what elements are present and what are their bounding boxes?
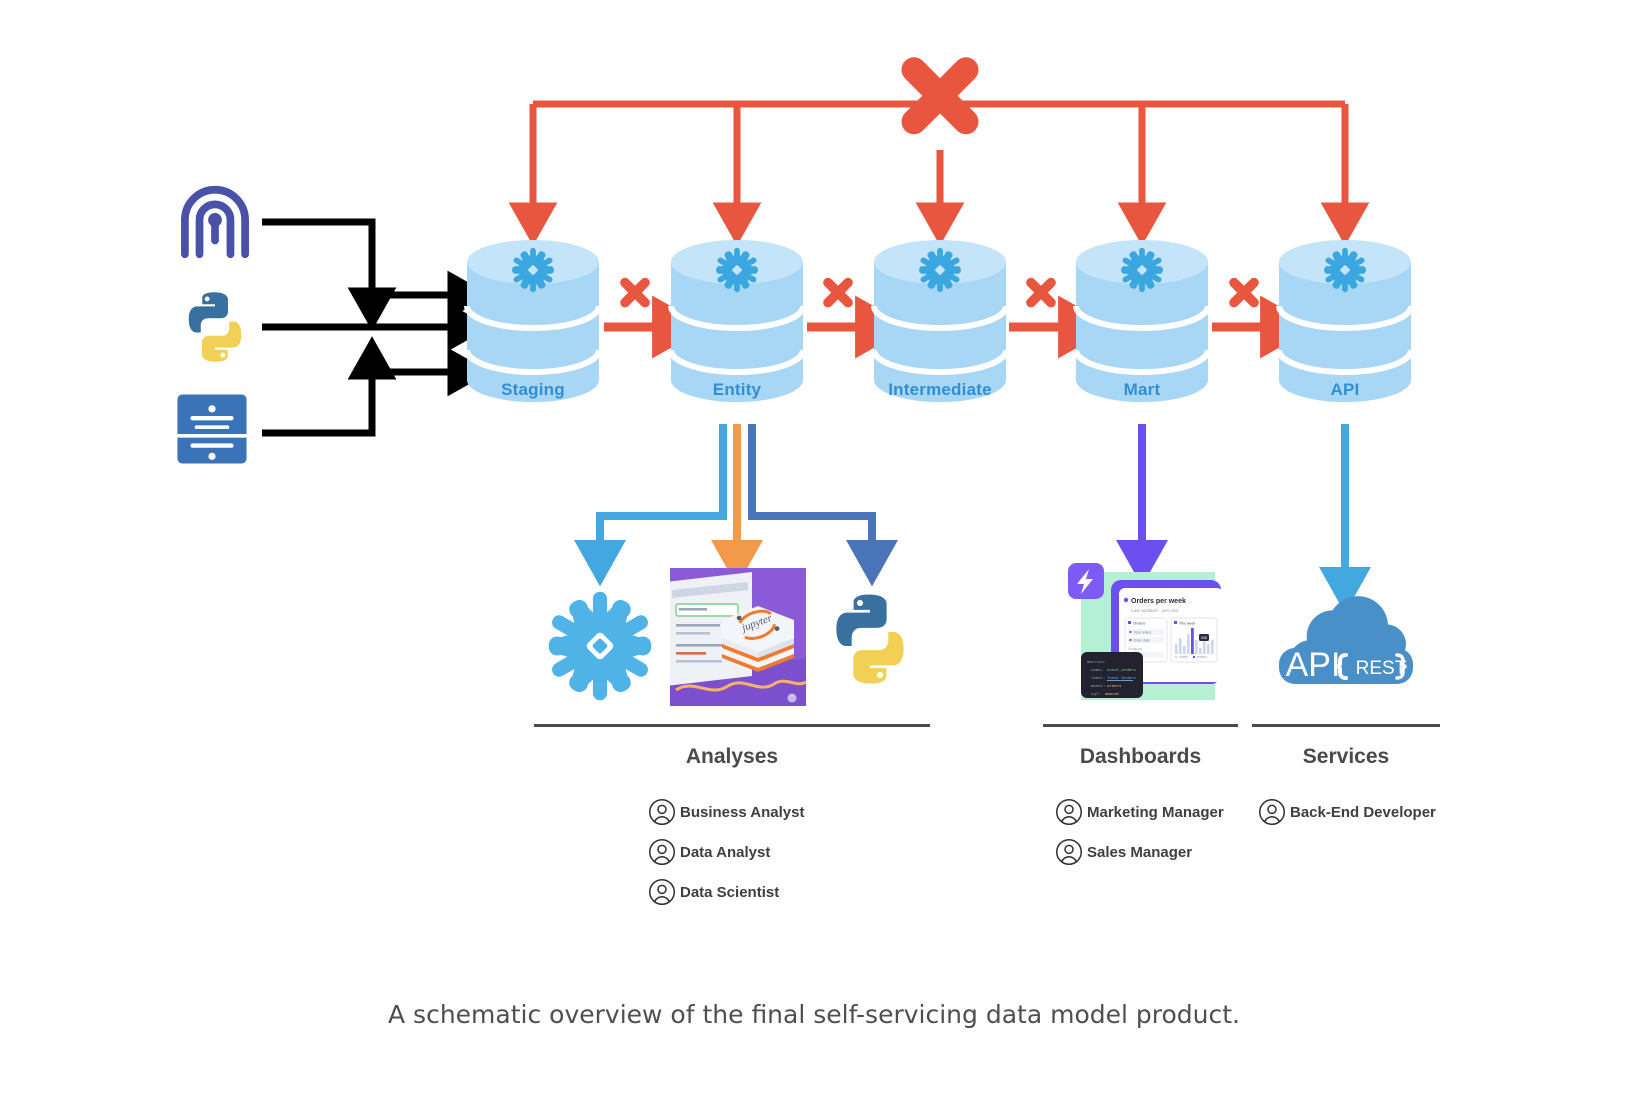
snowflake-icon (713, 246, 761, 299)
layer-cylinder-intermediate[interactable]: Intermediate (871, 240, 1009, 410)
svg-text:Group by: Group by (1128, 647, 1142, 651)
persona-data-scientist: Data Scientist (648, 878, 779, 906)
connector-layer (262, 100, 1371, 614)
section-title-analyses: Analyses (685, 745, 779, 768)
snowflake-icon (1321, 246, 1369, 299)
persona-label: Marketing Manager (1087, 803, 1224, 821)
svg-text:label:: label: (1091, 676, 1105, 681)
transform-marker-mart-to-api (1224, 275, 1264, 315)
persona-label: Data Analyst (680, 843, 771, 861)
persona-label: Data Scientist (680, 883, 780, 901)
svg-text:model:: model: (1091, 684, 1105, 689)
persona-back-end-developer: Back-End Developer (1258, 798, 1436, 826)
snowflake-icon (1118, 246, 1166, 299)
svg-text:total_orders: total_orders (1107, 668, 1136, 673)
section-rule-dashboards (1043, 724, 1238, 727)
svg-text:orders: orders (1107, 684, 1122, 689)
user-avatar-icon (1056, 799, 1082, 825)
output-image-lightdash-dashboard[interactable]: Orders per week Last updated · just now … (1063, 560, 1223, 702)
persona-data-analyst: Data Analyst (648, 838, 770, 866)
svg-text:amount: amount (1105, 693, 1119, 697)
source-icon-database (176, 393, 248, 470)
layer-cylinder-api[interactable]: API (1276, 240, 1414, 410)
api-label: API (1286, 646, 1341, 684)
svg-text:Total orders: Total orders (1134, 630, 1152, 634)
section-title-services: Services (1302, 745, 1390, 768)
persona-label: Business Analyst (680, 803, 805, 821)
user-avatar-icon (1056, 839, 1082, 865)
svg-text:538: 538 (1201, 636, 1207, 640)
svg-text:Last updated · just now: Last updated · just now (1131, 608, 1179, 613)
diagram-canvas: Staging Entity Intermediate Mart API jup… (0, 0, 1628, 1100)
section-rule-analyses (534, 724, 930, 727)
section-title-dashboards: Dashboards (1079, 745, 1202, 768)
transform-marker-entity-to-intermediate (818, 275, 858, 315)
source-icon-python (176, 288, 254, 371)
svg-text:name:: name: (1091, 669, 1103, 673)
persona-sales-manager: Sales Manager (1055, 838, 1192, 866)
entity-fanout-arrows (574, 424, 898, 587)
svg-text:metrics:: metrics: (1087, 660, 1106, 665)
rest-label: REST (1356, 658, 1407, 679)
persona-label: Sales Manager (1087, 843, 1193, 861)
transform-marker-intermediate-to-mart (1021, 275, 1061, 315)
svg-text:Orders per week: Orders per week (1131, 598, 1186, 605)
svg-text:sql:: sql: (1091, 692, 1101, 697)
persona-marketing-manager: Marketing Manager (1055, 798, 1224, 826)
output-icon-api-rest-cloud[interactable]: API REST (1273, 596, 1419, 697)
user-avatar-icon (1259, 799, 1285, 825)
figure-caption: A schematic overview of the final self-s… (388, 1000, 1240, 1029)
section-rule-services (1252, 724, 1440, 727)
user-avatar-icon (649, 839, 675, 865)
svg-text:Orders: Orders (1133, 621, 1145, 626)
layer-cylinder-staging[interactable]: Staging (464, 240, 602, 410)
persona-label: Back-End Developer (1290, 803, 1436, 821)
svg-text:Order date: Order date (1134, 638, 1150, 642)
transform-marker-staging-to-entity (615, 275, 655, 315)
dbt-logo-icon (888, 50, 992, 154)
output-image-jupyter-notebook[interactable]: jupyter (670, 568, 806, 706)
snowflake-icon (509, 246, 557, 299)
persona-business-analyst: Business Analyst (648, 798, 805, 826)
output-icon-snowflake[interactable] (541, 587, 659, 710)
svg-text:This week: This week (1179, 622, 1195, 626)
output-icon-python[interactable] (820, 589, 920, 694)
source-connectors (262, 218, 491, 437)
svg-text:returns: returns (1197, 655, 1207, 659)
source-icon-meltano (172, 182, 258, 273)
user-avatar-icon (649, 879, 675, 905)
user-avatar-icon (649, 799, 675, 825)
snowflake-icon (916, 246, 964, 299)
layer-cylinder-mart[interactable]: Mart (1073, 240, 1211, 410)
svg-text:orders: orders (1179, 655, 1188, 659)
layer-cylinder-entity[interactable]: Entity (668, 240, 806, 410)
